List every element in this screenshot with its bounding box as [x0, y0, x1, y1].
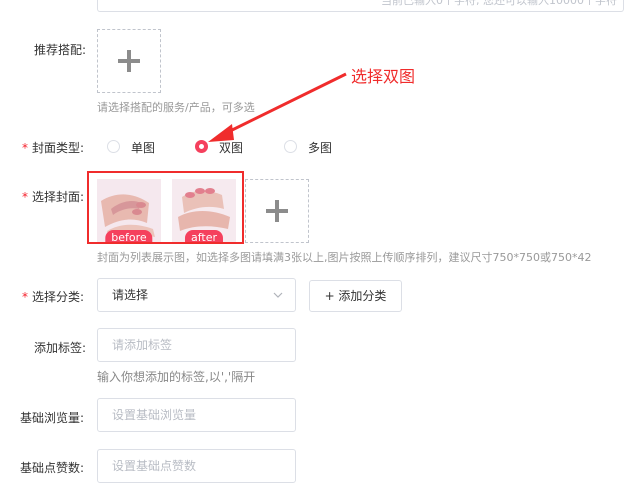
tags-input[interactable]: 请添加标签	[97, 328, 296, 362]
views-input[interactable]: 设置基础浏览量	[97, 398, 296, 432]
cover-hint: 封面为列表展示图，如选择多图请填满3张以上,图片按照上传顺序排列，建议尺寸750…	[97, 251, 592, 264]
cover-select-label: * 选择封面:	[22, 188, 84, 205]
plus-icon	[266, 200, 288, 222]
likes-input[interactable]: 设置基础点赞数	[97, 449, 296, 483]
tags-label: 添加标签:	[34, 341, 87, 355]
cover-select-label-text: 选择封面:	[32, 190, 85, 204]
annotation-text: 选择双图	[351, 67, 416, 86]
cover-type-label: * 封面类型:	[22, 139, 84, 156]
required-mark: *	[22, 141, 28, 155]
category-select[interactable]: 请选择	[97, 278, 296, 312]
radio-multi-label: 多图	[308, 141, 333, 155]
radio-multi[interactable]	[284, 140, 297, 153]
char-counter: 当前已输入0个字符, 您还可以输入10000个字符	[381, 0, 617, 7]
cover-upload-button[interactable]	[245, 179, 309, 243]
required-mark: *	[22, 190, 28, 204]
radio-single[interactable]	[107, 140, 120, 153]
description-textarea[interactable]: 当前已输入0个字符, 您还可以输入10000个字符	[97, 0, 624, 12]
views-placeholder: 设置基础浏览量	[112, 408, 197, 422]
annotation-arrow-icon	[208, 72, 347, 142]
views-label: 基础浏览量:	[20, 411, 85, 425]
category-label: * 选择分类:	[22, 288, 84, 305]
tags-placeholder: 请添加标签	[112, 338, 173, 352]
highlight-box	[87, 171, 244, 244]
category-select-value: 请选择	[112, 288, 149, 302]
radio-double-label: 双图	[219, 141, 244, 155]
add-category-button[interactable]: + 添加分类	[309, 280, 402, 312]
likes-label: 基础点赞数:	[20, 461, 85, 475]
radio-double[interactable]	[195, 140, 208, 153]
cover-type-label-text: 封面类型:	[32, 141, 85, 155]
recommend-label: 推荐搭配:	[34, 43, 87, 57]
plus-icon	[118, 50, 140, 72]
category-label-text: 选择分类:	[32, 290, 85, 304]
radio-single-label: 单图	[131, 141, 156, 155]
tags-hint: 输入你想添加的标签,以','隔开	[97, 370, 256, 384]
recommend-upload-button[interactable]	[97, 29, 161, 93]
likes-placeholder: 设置基础点赞数	[112, 459, 197, 473]
required-mark: *	[22, 290, 28, 304]
chevron-down-icon	[273, 292, 283, 298]
